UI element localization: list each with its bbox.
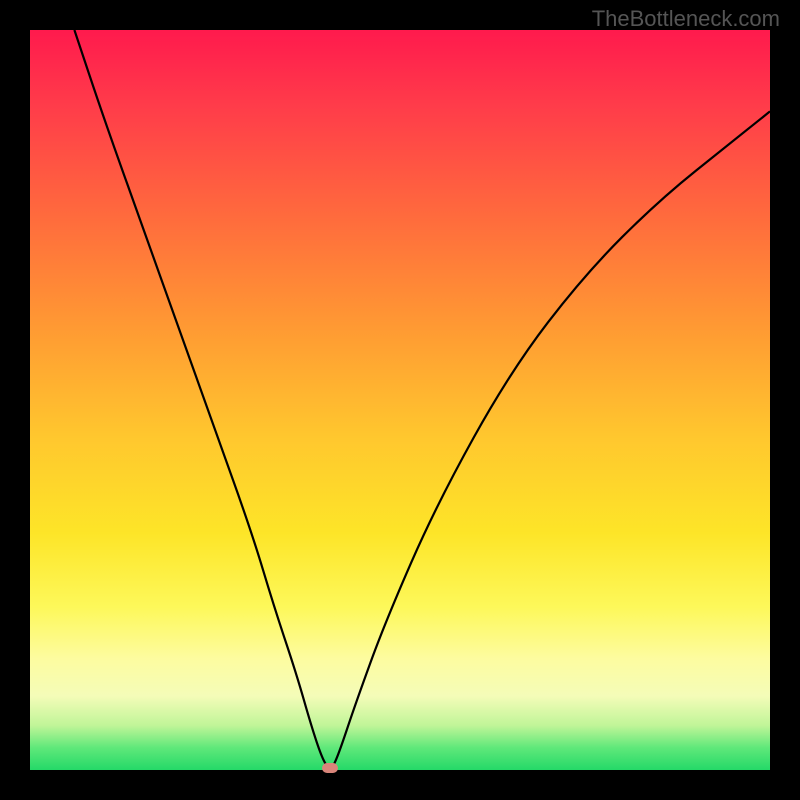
chart-plot-area <box>30 30 770 770</box>
watermark-text: TheBottleneck.com <box>592 6 780 32</box>
bottleneck-curve <box>30 30 770 770</box>
optimal-marker <box>322 763 338 773</box>
